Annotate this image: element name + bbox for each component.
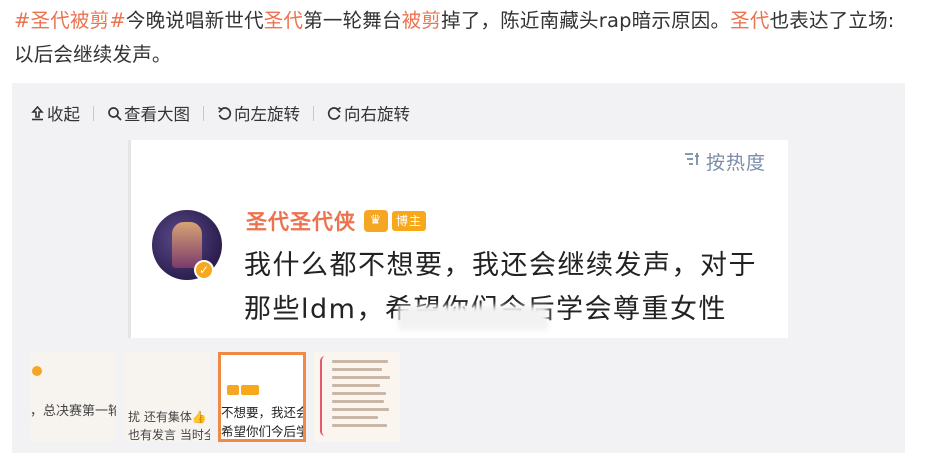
keyword-link[interactable]: 被剪	[402, 9, 441, 32]
thumbnail-text: ，总决赛第一轮	[30, 404, 116, 419]
rotate-left-button[interactable]: 向左旋转	[217, 101, 300, 125]
view-large-button[interactable]: 查看大图	[107, 101, 190, 125]
crown-icon	[227, 385, 239, 395]
collapse-button[interactable]: 收起	[30, 101, 80, 125]
keyword-link[interactable]: 圣代	[730, 9, 769, 32]
rotate-right-label: 向右旋转	[344, 105, 410, 124]
thumbnail-4[interactable]	[314, 352, 400, 442]
thumbnail-2[interactable]: 扰 还有集体👍 去 也有发言 当时全场	[124, 352, 210, 442]
text-line	[332, 416, 378, 419]
sort-label: 按热度	[705, 152, 766, 174]
collapse-label: 收起	[47, 105, 80, 124]
sort-by-hot: 按热度	[684, 148, 766, 175]
toolbar-divider	[203, 105, 204, 121]
post-text-segment: 掉了，陈近南藏头rap暗示原因。	[441, 9, 731, 32]
post-text: #圣代被剪#今晚说唱新世代圣代第一轮舞台被剪掉了，陈近南藏头rap暗示原因。圣代…	[14, 4, 914, 72]
media-toolbar: 收起 查看大图 向左旋转 向右旋转	[30, 100, 410, 126]
rotate-left-icon	[217, 106, 232, 121]
thumbnail-text: 希望你们今后学会	[221, 424, 303, 439]
upload-arrow-icon	[30, 105, 45, 121]
main-image[interactable]: 按热度 ✓ 圣代圣代侠 ♛ 博主 我什么都不想要，我还会继续发声，对于那些ldm…	[128, 140, 788, 338]
text-line	[332, 392, 386, 395]
search-icon	[107, 106, 122, 121]
view-large-label: 查看大图	[124, 105, 190, 124]
toolbar-divider	[313, 105, 314, 121]
author-badge: 博主	[392, 211, 427, 231]
text-line	[332, 368, 382, 371]
crown-icon: ♛	[364, 210, 388, 232]
post-text-segment: 今晚说唱新世代	[125, 9, 264, 32]
text-line	[332, 400, 384, 403]
thumbnail-strip: ，总决赛第一轮 扰 还有集体👍 去 也有发言 当时全场 不想要，我还会继 希望你…	[30, 352, 408, 446]
highlight-mark	[320, 356, 330, 436]
hashtag-link[interactable]: #圣代被剪#	[14, 9, 126, 32]
rotate-left-label: 向左旋转	[234, 105, 300, 124]
text-line	[332, 384, 380, 387]
image-edge	[128, 140, 131, 338]
toolbar-divider	[93, 105, 94, 121]
comment-username: 圣代圣代侠 ♛ 博主	[246, 206, 427, 236]
thumbnail-text: 扰 还有集体👍 去	[128, 410, 210, 424]
username-text: 圣代圣代侠	[246, 210, 356, 234]
text-line	[332, 408, 389, 411]
thumbnail-3-selected[interactable]: 不想要，我还会继 希望你们今后学会	[218, 352, 306, 442]
keyword-link[interactable]: 圣代	[264, 9, 303, 32]
thumbnail-text: 不想要，我还会继	[221, 405, 303, 420]
rotate-right-icon	[327, 106, 342, 121]
thumbnail-text: 也有发言 当时全场	[128, 428, 210, 442]
sort-icon	[684, 151, 702, 172]
thumbnail-1[interactable]: ，总决赛第一轮	[30, 352, 116, 442]
weibo-icon	[32, 366, 42, 376]
rotate-right-button[interactable]: 向右旋转	[327, 101, 410, 125]
author-badge-icon	[241, 385, 259, 395]
text-line	[332, 376, 390, 379]
text-line	[332, 360, 388, 363]
text-line	[332, 424, 387, 427]
blurred-region	[398, 306, 548, 330]
post-text-segment: 第一轮舞台	[303, 9, 402, 32]
verified-badge-icon: ✓	[194, 260, 214, 280]
